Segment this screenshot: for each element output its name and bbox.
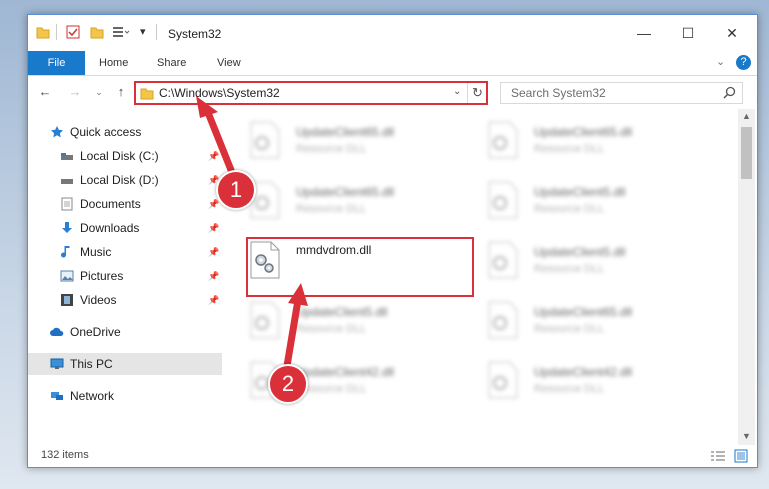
annotation-arrows (196, 96, 308, 376)
arrow-1-head (196, 96, 218, 118)
arrow-2-head (288, 283, 308, 306)
arrow-2 (282, 296, 302, 376)
step-2-badge: 2 (268, 364, 308, 404)
step-1-badge: 1 (216, 170, 256, 210)
